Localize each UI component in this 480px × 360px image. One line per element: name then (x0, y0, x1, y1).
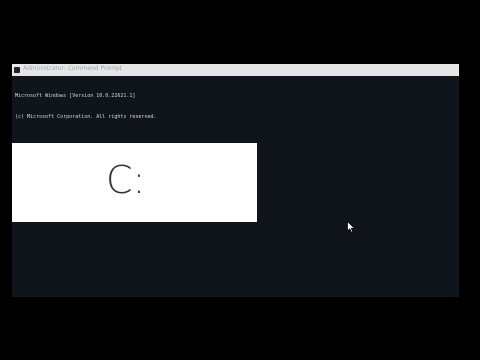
console-line: Microsoft Windows [Version 10.0.22621.1] (15, 93, 136, 99)
terminal-icon (14, 67, 20, 73)
mouse-pointer-icon (347, 221, 355, 233)
window-title: Administrator: Command Prompt (23, 65, 122, 72)
console-line: (c) Microsoft Corporation. All rights re… (15, 114, 157, 120)
drive-label: C: (106, 158, 146, 202)
command-prompt-window[interactable]: Administrator: Command Prompt Microsoft … (12, 64, 459, 297)
window-titlebar[interactable]: Administrator: Command Prompt (12, 64, 459, 76)
drive-label-overlay: C: (12, 143, 257, 222)
